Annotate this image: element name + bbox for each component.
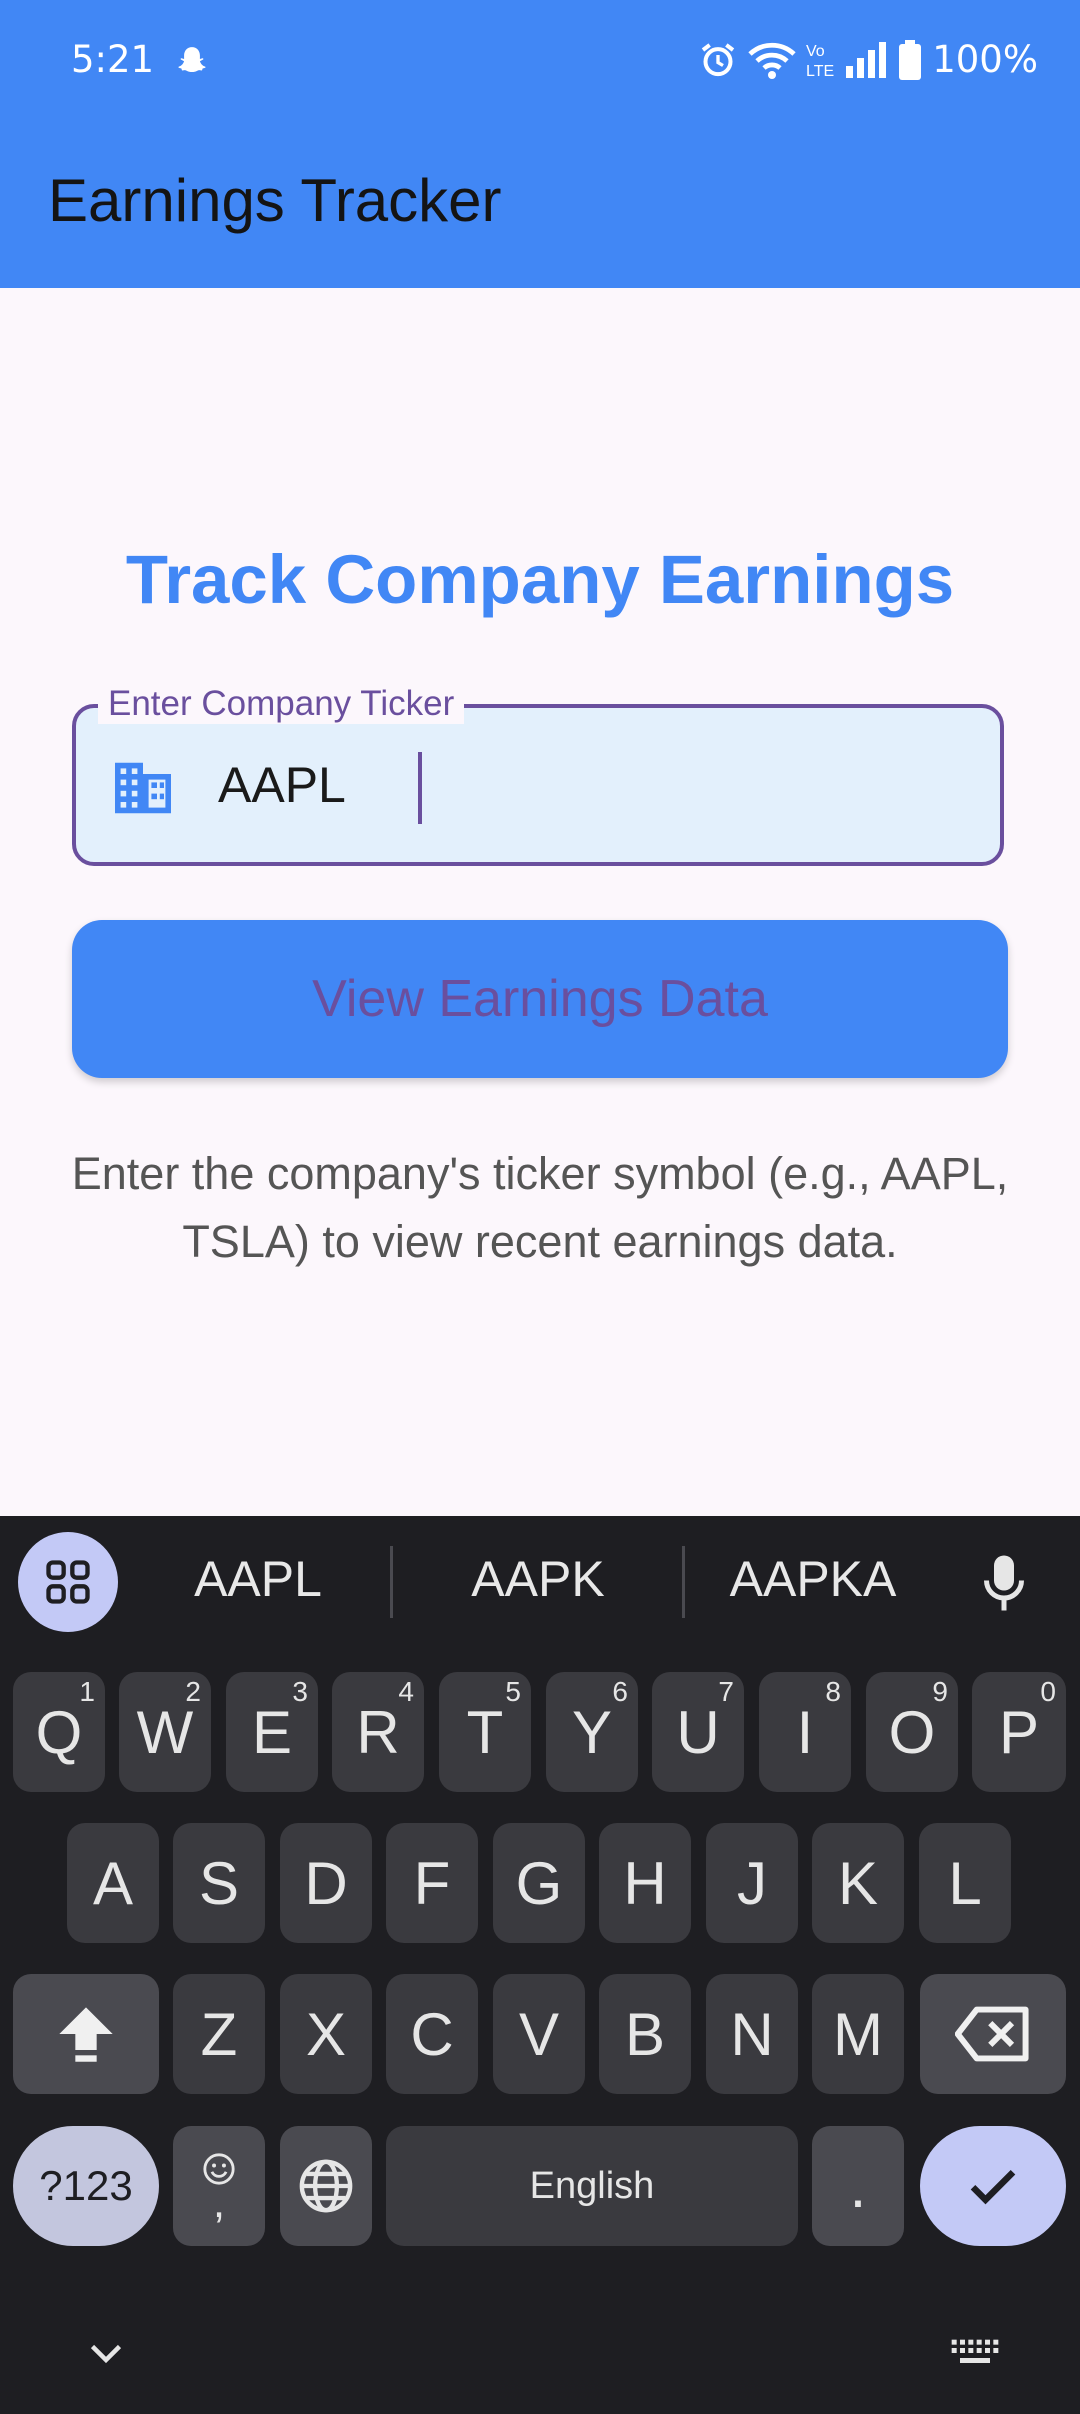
- signal-icon: [846, 41, 887, 78]
- building-icon: [115, 762, 171, 814]
- key-r[interactable]: R4: [332, 1672, 424, 1792]
- key-t[interactable]: T5: [439, 1672, 531, 1792]
- text-caret: [418, 752, 422, 824]
- status-icons: Vo LTE 100%: [698, 38, 1038, 81]
- shift-icon: [59, 2007, 113, 2062]
- key-label: Y: [571, 1698, 613, 1766]
- ticker-input[interactable]: AAPL: [72, 704, 1004, 866]
- shift-key[interactable]: [13, 1974, 159, 2094]
- suggestion-bar: AAPL AAPK AAPKA: [0, 1516, 1080, 1646]
- status-bar: 5:21 Vo LTE 100%: [0, 0, 1080, 130]
- key-u[interactable]: U7: [652, 1672, 744, 1792]
- backspace-icon: [955, 2006, 1029, 2062]
- key-q[interactable]: Q1: [13, 1672, 105, 1792]
- keyboard-apps-button[interactable]: [18, 1532, 118, 1632]
- key-b[interactable]: B: [599, 1974, 691, 2094]
- key-label: P: [998, 1698, 1040, 1766]
- period-key[interactable]: .: [812, 2126, 904, 2246]
- battery-percentage: 100%: [932, 38, 1038, 81]
- grid-icon: [46, 1560, 90, 1604]
- suggestion-divider: [682, 1546, 685, 1618]
- key-c[interactable]: C: [386, 1974, 478, 2094]
- key-f[interactable]: F: [386, 1823, 478, 1943]
- svg-text:Vo: Vo: [806, 43, 825, 60]
- suggestion-1[interactable]: AAPL: [148, 1550, 368, 1608]
- language-key[interactable]: [280, 2126, 372, 2246]
- key-a[interactable]: A: [67, 1823, 159, 1943]
- keyboard: AAPL AAPK AAPKA Q1 W2 E3 R4 T5 Y6 U7 I8 …: [0, 1516, 1080, 2414]
- key-d[interactable]: D: [280, 1823, 372, 1943]
- key-x[interactable]: X: [280, 1974, 372, 2094]
- checkmark-icon: [970, 2169, 1016, 2205]
- key-w[interactable]: W2: [119, 1672, 211, 1792]
- key-hint: 1: [79, 1676, 95, 1707]
- app-title: Earnings Tracker: [48, 167, 502, 234]
- emoji-comma-key[interactable]: ,: [173, 2126, 265, 2246]
- key-p[interactable]: P0: [972, 1672, 1066, 1792]
- key-label: U: [676, 1698, 720, 1766]
- key-label: I: [796, 1698, 814, 1766]
- key-h[interactable]: H: [599, 1823, 691, 1943]
- key-y[interactable]: Y6: [546, 1672, 638, 1792]
- symbols-key[interactable]: ?123: [13, 2126, 159, 2246]
- ticker-field-label: Enter Company Ticker: [98, 684, 465, 724]
- battery-icon: [899, 39, 922, 80]
- chevron-down-icon[interactable]: [88, 2342, 124, 2366]
- key-hint: 7: [718, 1676, 734, 1707]
- key-n[interactable]: N: [706, 1974, 798, 2094]
- key-label: T: [466, 1698, 504, 1766]
- key-label: R: [356, 1698, 400, 1766]
- help-text: Enter the company's ticker symbol (e.g.,…: [71, 1148, 1009, 1267]
- ticker-value[interactable]: AAPL: [218, 756, 346, 814]
- suggestion-2[interactable]: AAPK: [428, 1550, 648, 1608]
- volte-icon: Vo LTE: [806, 43, 834, 80]
- key-k[interactable]: K: [812, 1823, 904, 1943]
- svg-text:LTE: LTE: [806, 63, 834, 80]
- key-z[interactable]: Z: [173, 1974, 265, 2094]
- app-bar: Earnings Tracker: [0, 130, 1080, 288]
- snapchat-icon: [178, 47, 206, 73]
- key-hint: 4: [398, 1676, 414, 1707]
- key-l[interactable]: L: [919, 1823, 1011, 1943]
- suggestion-3[interactable]: AAPKA: [703, 1550, 923, 1608]
- key-hint: 3: [292, 1676, 308, 1707]
- suggestion-divider: [390, 1546, 393, 1618]
- enter-key[interactable]: [920, 2126, 1066, 2246]
- status-time: 5:21: [71, 38, 155, 81]
- microphone-icon[interactable]: [984, 1552, 1024, 1614]
- page-heading: Track Company Earnings: [125, 541, 955, 618]
- key-label: E: [251, 1698, 293, 1766]
- key-o[interactable]: O9: [866, 1672, 958, 1792]
- key-g[interactable]: G: [493, 1823, 585, 1943]
- view-earnings-button[interactable]: View Earnings Data: [72, 920, 1008, 1078]
- key-hint: 2: [185, 1676, 201, 1707]
- key-hint: 0: [1040, 1676, 1056, 1707]
- keyboard-switch-icon[interactable]: [950, 2338, 1000, 2368]
- key-hint: 6: [612, 1676, 628, 1707]
- key-hint: 9: [932, 1676, 948, 1707]
- alarm-icon: [702, 42, 735, 76]
- backspace-key[interactable]: [920, 1974, 1066, 2094]
- key-j[interactable]: J: [706, 1823, 798, 1943]
- key-v[interactable]: V: [493, 1974, 585, 2094]
- key-i[interactable]: I8: [759, 1672, 851, 1792]
- comma-label: ,: [212, 2178, 226, 2227]
- key-e[interactable]: E3: [226, 1672, 318, 1792]
- key-m[interactable]: M: [812, 1974, 904, 2094]
- globe-icon: [299, 2159, 353, 2213]
- key-label: O: [888, 1698, 936, 1766]
- key-hint: 8: [825, 1676, 841, 1707]
- key-s[interactable]: S: [173, 1823, 265, 1943]
- key-label: Q: [35, 1698, 83, 1766]
- key-hint: 5: [505, 1676, 521, 1707]
- space-key[interactable]: English: [386, 2126, 798, 2246]
- wifi-icon: [748, 42, 796, 79]
